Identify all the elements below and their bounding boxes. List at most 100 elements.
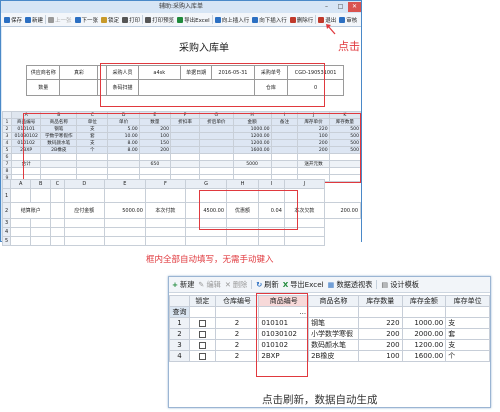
- row-number[interactable]: 8: [2, 167, 12, 175]
- column-header[interactable]: 库存单位: [445, 295, 490, 307]
- refresh-button[interactable]: ↻ 刷新: [256, 280, 278, 290]
- row-number[interactable]: 2: [2, 125, 12, 133]
- qty-field[interactable]: [59, 79, 99, 96]
- table-cell[interactable]: 220: [357, 317, 403, 329]
- next-button[interactable]: 下一张: [74, 16, 100, 24]
- column-header[interactable]: H: [226, 179, 260, 189]
- table-cell[interactable]: 个: [445, 350, 490, 362]
- query-filter-cell[interactable]: [188, 306, 216, 318]
- grid-cell[interactable]: [103, 227, 146, 237]
- column-header[interactable]: 仓库编号: [214, 295, 260, 307]
- checkbox-icon[interactable]: [198, 341, 206, 349]
- grid-cell[interactable]: [184, 236, 228, 246]
- grid-cell[interactable]: [30, 218, 52, 228]
- grid-cell[interactable]: [283, 236, 325, 246]
- print-button[interactable]: 打印: [121, 16, 141, 24]
- table-cell[interactable]: 支: [445, 339, 490, 351]
- settlement-cell[interactable]: 本次付款: [144, 202, 186, 219]
- column-header[interactable]: 库存金额: [401, 295, 447, 307]
- table-cell[interactable]: 支: [445, 317, 490, 329]
- grid-cell[interactable]: [10, 227, 32, 237]
- grid-cell[interactable]: [10, 236, 32, 246]
- lock-checkbox[interactable]: [188, 339, 216, 351]
- grid-cell[interactable]: [226, 236, 260, 246]
- delete-button[interactable]: ✕ 删除: [225, 280, 247, 290]
- grid-cell[interactable]: [144, 188, 186, 203]
- column-header[interactable]: 锁定: [188, 295, 216, 307]
- row-number[interactable]: 3: [2, 132, 12, 140]
- table-cell[interactable]: 100: [357, 350, 403, 362]
- grid-cell[interactable]: [103, 188, 146, 203]
- column-header[interactable]: F: [144, 179, 186, 189]
- table-cell[interactable]: 2: [214, 339, 260, 351]
- print-preview-button[interactable]: 打印预览: [144, 16, 175, 24]
- checkbox-icon[interactable]: [198, 330, 206, 338]
- table-cell[interactable]: 数码颜水笔: [308, 339, 359, 351]
- grid-cell[interactable]: [10, 188, 32, 203]
- table-cell[interactable]: 套: [445, 328, 490, 340]
- grid-cell[interactable]: [30, 236, 52, 246]
- grid-cell[interactable]: [103, 218, 146, 228]
- audit-button[interactable]: 审核: [338, 16, 358, 24]
- lock-checkbox[interactable]: [188, 317, 216, 329]
- column-header[interactable]: I: [258, 179, 285, 189]
- export-excel-button[interactable]: X 导出Excel: [283, 280, 324, 290]
- table-cell[interactable]: 2: [214, 328, 260, 340]
- save-button[interactable]: 保存: [3, 16, 23, 24]
- column-header[interactable]: 库存数量: [357, 295, 403, 307]
- query-filter-cell[interactable]: [357, 306, 403, 318]
- table-cell[interactable]: 200: [357, 328, 403, 340]
- row-number[interactable]: 4: [2, 139, 12, 147]
- minimize-icon[interactable]: –: [320, 2, 333, 12]
- row-number[interactable]: 7: [2, 160, 12, 168]
- column-header[interactable]: E: [103, 179, 146, 189]
- row-number[interactable]: 1: [1, 188, 12, 203]
- close-icon[interactable]: ✕: [348, 2, 361, 12]
- export-excel-button[interactable]: 导出Excel: [176, 16, 211, 24]
- row-number[interactable]: 4: [169, 350, 190, 362]
- column-header[interactable]: G: [184, 179, 228, 189]
- lock-button[interactable]: 锁定: [100, 16, 120, 24]
- table-cell[interactable]: 2000.00: [401, 328, 447, 340]
- row-number[interactable]: 2: [169, 328, 190, 340]
- table-cell[interactable]: 小学数学寒假: [308, 328, 359, 340]
- grid-cell[interactable]: [50, 236, 65, 246]
- grid-cell[interactable]: [258, 236, 285, 246]
- row-number[interactable]: 3: [169, 339, 190, 351]
- grid-cell[interactable]: [144, 236, 186, 246]
- settlement-cell[interactable]: [50, 202, 65, 219]
- settlement-cell[interactable]: 结算账户: [10, 202, 52, 219]
- query-filter-cell[interactable]: [401, 306, 447, 318]
- column-header[interactable]: 商品名称: [308, 295, 359, 307]
- column-header[interactable]: C: [50, 179, 65, 189]
- grid-cell[interactable]: [63, 236, 105, 246]
- settlement-cell[interactable]: 应付金额: [63, 202, 105, 219]
- table-cell[interactable]: 2B橡皮: [308, 350, 359, 362]
- maximize-icon[interactable]: □: [334, 2, 347, 12]
- table-cell[interactable]: 钢笔: [308, 317, 359, 329]
- row-number[interactable]: 2: [1, 202, 12, 219]
- row-number[interactable]: 3: [1, 218, 12, 228]
- table-cell[interactable]: 1200.00: [401, 339, 447, 351]
- query-filter-cell[interactable]: [214, 306, 260, 318]
- grid-cell[interactable]: [30, 227, 52, 237]
- query-filter-cell[interactable]: [308, 306, 359, 318]
- checkbox-icon[interactable]: [198, 352, 206, 360]
- insert-down-button[interactable]: 向下插入行: [251, 16, 288, 24]
- table-cell[interactable]: 200: [357, 339, 403, 351]
- query-filter-cell[interactable]: [445, 306, 490, 318]
- table-cell[interactable]: 2: [214, 350, 260, 362]
- column-header[interactable]: A: [10, 179, 32, 189]
- row-number[interactable]: 4: [1, 227, 12, 237]
- settlement-cell[interactable]: 5000.00: [103, 202, 146, 219]
- edit-button[interactable]: ✎ 编辑: [198, 280, 220, 290]
- row-number[interactable]: 1: [169, 317, 190, 329]
- grid-cell[interactable]: [63, 227, 105, 237]
- row-number[interactable]: 6: [2, 153, 12, 161]
- row-number[interactable]: 5: [2, 146, 12, 154]
- grid-cell[interactable]: [63, 218, 105, 228]
- supplier-field[interactable]: 真彩: [59, 65, 99, 80]
- table-cell[interactable]: 1600.00: [401, 350, 447, 362]
- grid-cell[interactable]: [10, 218, 32, 228]
- grid-cell[interactable]: [50, 188, 65, 203]
